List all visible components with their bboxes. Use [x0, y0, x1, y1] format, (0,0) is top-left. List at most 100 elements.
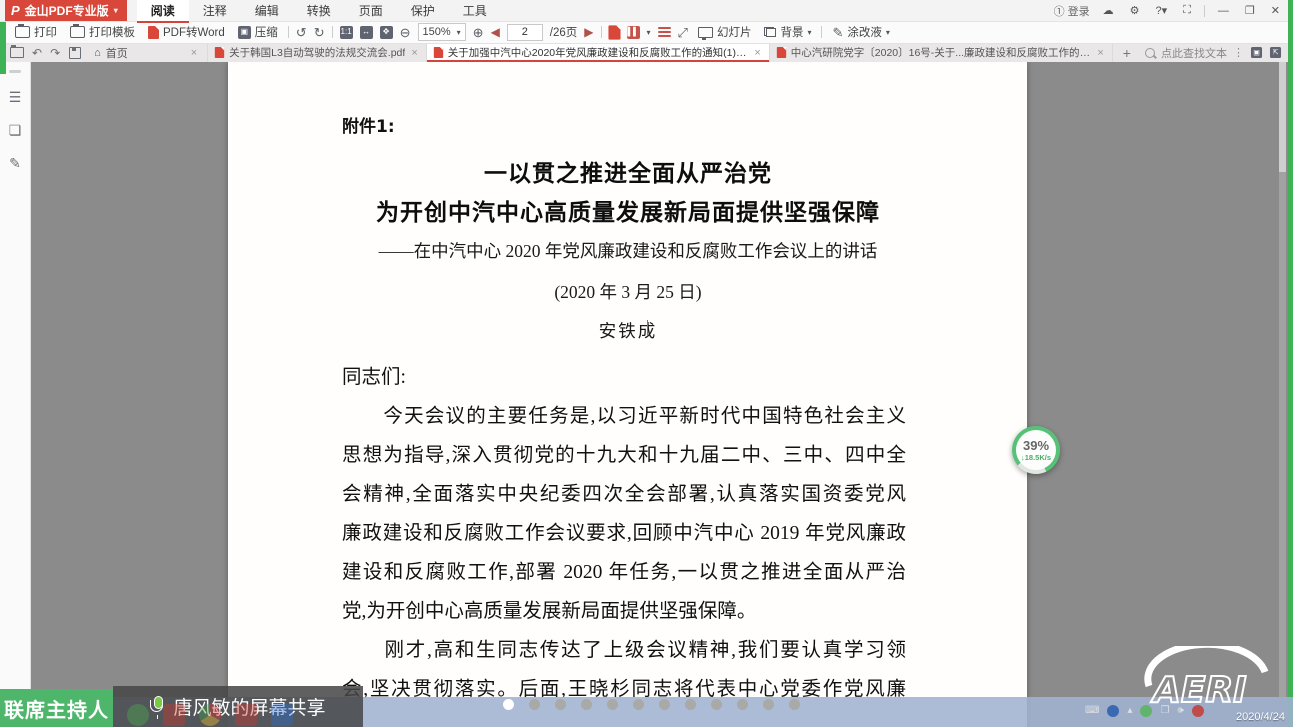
thumbnails-panel-icon[interactable]: ❏ [9, 122, 22, 139]
mail-app-icon [235, 704, 257, 726]
print-template-button[interactable]: 打印模板 [67, 22, 138, 42]
shared-screen: P 金山PDF专业版 ▾ 阅读注释编辑转换页面保护工具 ① 登录 ☁ ⚙ ?▾ … [0, 0, 1293, 727]
help-button[interactable]: ?▾ [1153, 4, 1171, 17]
pagination-dot[interactable] [711, 699, 722, 710]
zoom-in-button[interactable]: ⊕ [473, 26, 484, 39]
new-tab-button[interactable]: + [1113, 45, 1141, 61]
pagination-dot[interactable] [737, 699, 748, 710]
help-tray-icon[interactable] [1107, 705, 1119, 717]
page-total-label: /26页 [550, 24, 578, 40]
screen-share-panel: 唐风敏的屏幕共享 [113, 686, 363, 727]
pagination-dot[interactable] [633, 699, 644, 710]
close-button[interactable]: ✕ [1268, 4, 1283, 17]
fit-width-button[interactable]: ↔ [360, 26, 373, 39]
pdf-to-word-button[interactable]: PDF转Word [145, 22, 228, 42]
menu-tab[interactable]: 转换 [293, 0, 345, 21]
menu-tab[interactable]: 工具 [449, 0, 501, 21]
zoom-out-button[interactable]: ⊖ [400, 26, 411, 39]
pen-icon: ✎ [832, 26, 843, 39]
aeri-logo: AERI [1143, 646, 1275, 715]
actual-size-button[interactable]: 1:1 [340, 26, 353, 39]
compress-button[interactable]: ▣压缩 [235, 22, 281, 42]
app-badge[interactable]: P 金山PDF专业版 ▾ [5, 0, 127, 21]
pagination-dot[interactable] [555, 699, 566, 710]
file-tabs: 关于韩国L3自动驾驶的法规交流会.pdf × 关于加强中汽中心2020年党风廉政… [208, 43, 1113, 62]
popup-icon[interactable]: ⇱ [1270, 47, 1281, 58]
microphone-icon [150, 696, 164, 717]
collapse-handle[interactable] [9, 70, 21, 73]
page-number-input[interactable]: 2 [507, 24, 543, 41]
minimize-button[interactable]: — [1215, 5, 1232, 17]
pagination-dot[interactable] [685, 699, 696, 710]
menu-tab[interactable]: 页面 [345, 0, 397, 21]
fullscreen-reading-button[interactable]: ⤢ [678, 26, 688, 39]
doc-attachment-label: 附件1: [342, 112, 395, 137]
single-page-view-button[interactable] [608, 25, 620, 39]
share-border-left [0, 22, 6, 74]
slideshow-button[interactable]: 幻灯片 [695, 22, 755, 42]
pagination-dot[interactable] [763, 699, 774, 710]
save-icon[interactable] [69, 47, 81, 59]
doc-body: 同志们: 今天会议的主要任务是,以习近平新时代中国特色社会主义思想为指导,深入贯… [342, 358, 906, 709]
pagination-dot[interactable] [607, 699, 618, 710]
wechat-icon [127, 704, 149, 726]
more-icon[interactable]: ⋮ [1233, 46, 1244, 59]
panel-icon[interactable]: ▣ [1251, 47, 1262, 58]
pagination-dot[interactable] [529, 699, 540, 710]
chevron-down-icon: ▾ [807, 28, 811, 37]
menu-tab[interactable]: 阅读 [137, 0, 189, 23]
file-tab[interactable]: 中心汽研院党字〔2020〕16号-关于...廉政建设和反腐败工作的通知(1).p… [770, 43, 1113, 62]
correction-fluid-button[interactable]: ✎涂改液▾ [829, 22, 892, 42]
pagination-dot[interactable] [659, 699, 670, 710]
cloud-icon[interactable]: ☁ [1100, 4, 1117, 17]
redo-icon[interactable]: ↷ [46, 46, 64, 60]
close-icon[interactable]: × [1095, 47, 1105, 59]
app-title: 金山PDF专业版 [25, 2, 109, 19]
titlebar: P 金山PDF专业版 ▾ 阅读注释编辑转换页面保护工具 ① 登录 ☁ ⚙ ?▾ … [0, 0, 1293, 22]
next-page-button[interactable]: ▶ [584, 25, 593, 39]
chevron-down-icon: ▾ [457, 28, 461, 37]
pagination-dot[interactable] [789, 699, 800, 710]
keyboard-tray-icon[interactable]: ⌨ [1085, 706, 1099, 716]
close-icon[interactable]: × [752, 47, 762, 59]
chevron-down-icon: ▾ [647, 28, 651, 37]
restore-button[interactable]: ❐ [1242, 4, 1258, 17]
scrollbar-thumb[interactable] [1279, 62, 1286, 172]
home-tab[interactable]: ⌂ 首页 × [86, 43, 208, 62]
pdf-file-icon [434, 47, 443, 58]
prev-page-button[interactable]: ◀ [491, 25, 500, 39]
fullscreen-icon[interactable]: ⛶ [1180, 4, 1194, 17]
rotate-left-icon[interactable]: ↺ [296, 26, 307, 39]
pagination-dot[interactable] [503, 699, 514, 710]
two-page-view-button[interactable]: ▌▌ [627, 26, 640, 39]
zoom-level-select[interactable]: 150%▾ [418, 23, 466, 41]
gear-icon[interactable]: ⚙ [1127, 4, 1143, 17]
fit-page-button[interactable]: ✥ [380, 26, 393, 39]
file-tabbar: ↶ ↷ ⌂ 首页 × 关于韩国L3自动驾驶的法规交流会.pdf × 关于加强中汽… [6, 43, 1288, 62]
pagination-dot[interactable] [581, 699, 592, 710]
annotations-panel-icon[interactable]: ✎ [9, 155, 21, 172]
menu-tab[interactable]: 编辑 [241, 0, 293, 21]
aeri-logo-text: AERI [1150, 670, 1247, 710]
close-icon[interactable]: × [409, 47, 419, 59]
printer-icon [15, 26, 30, 38]
find-text-box[interactable]: 点此查找文本 ⋮ ▣ ⇱ [1145, 45, 1288, 61]
doc-text-line: 今天会议的主要任务是,以习近平新时代中国特色社会主义 [342, 397, 906, 436]
vertical-scrollbar[interactable] [1279, 62, 1286, 697]
pdf-file-icon [777, 47, 786, 58]
outline-panel-icon[interactable]: ☰ [9, 89, 22, 106]
chevron-down-icon: ▾ [886, 28, 890, 37]
file-tab[interactable]: 关于韩国L3自动驾驶的法规交流会.pdf × [208, 43, 427, 62]
scroll-view-button[interactable] [658, 27, 671, 38]
undo-icon[interactable]: ↶ [28, 46, 46, 60]
menu-tab[interactable]: 注释 [189, 0, 241, 21]
menu-tab[interactable]: 保护 [397, 0, 449, 21]
open-folder-icon[interactable] [10, 47, 24, 58]
login-button[interactable]: ① 登录 [1054, 3, 1090, 19]
rotate-right-icon[interactable]: ↻ [314, 26, 325, 39]
print-button[interactable]: 打印 [12, 22, 60, 42]
close-icon[interactable]: × [189, 47, 199, 59]
background-button[interactable]: 背景▾ [761, 22, 814, 42]
tray-expand-icon[interactable]: ▴ [1127, 706, 1132, 716]
file-tab[interactable]: 关于加强中汽中心2020年党风廉政建设和反腐败工作的通知(1).pdf × [427, 43, 770, 62]
